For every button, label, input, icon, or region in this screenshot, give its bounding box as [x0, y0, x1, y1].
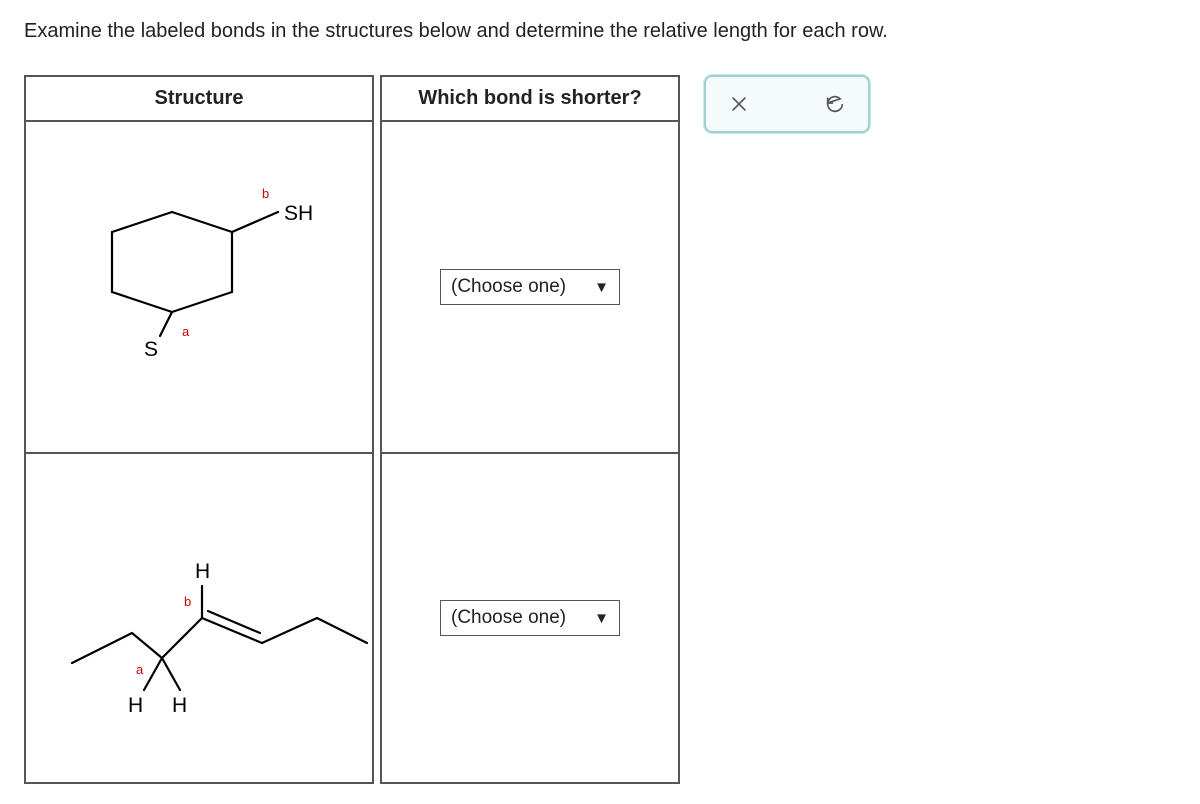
chevron-down-icon: ▼ — [594, 610, 609, 627]
structure-cell-row2: H b H H a — [26, 452, 372, 782]
close-button[interactable] — [726, 91, 752, 117]
select-row1[interactable]: (Choose one) ▼ — [440, 269, 620, 305]
bond-label-b-2: b — [184, 594, 191, 609]
reset-button[interactable] — [822, 91, 848, 117]
close-icon — [728, 93, 750, 115]
atom-h-b2: H — [172, 694, 187, 717]
bond-label-a-2: a — [136, 662, 144, 677]
answer-column: Which bond is shorter? (Choose one) ▼ (C… — [380, 75, 680, 784]
bond-label-b-1f: b — [262, 186, 269, 201]
structure-header: Structure — [26, 77, 372, 122]
atom-s-f: S — [144, 338, 158, 361]
question-prompt: Examine the labeled bonds in the structu… — [24, 20, 1176, 43]
structure-cell-row1: SH b S — [26, 122, 372, 452]
molecule-2: H b H H a — [32, 468, 372, 768]
select-row2-placeholder: (Choose one) — [451, 607, 566, 629]
action-toolbar — [704, 75, 870, 133]
atom-h-b1: H — [128, 694, 143, 717]
bond-label-a-1: a — [182, 324, 190, 339]
main-layout: Structure SH b S — [24, 75, 1176, 784]
answer-cell-row1: (Choose one) ▼ — [382, 122, 678, 452]
atom-sh-f: SH — [284, 202, 313, 225]
atom-h-top: H — [195, 560, 210, 583]
structure-column: Structure SH b S — [24, 75, 374, 784]
molecule-1-final: SH b S a — [32, 122, 362, 422]
chevron-down-icon: ▼ — [594, 279, 609, 296]
answer-cell-row2: (Choose one) ▼ — [382, 452, 678, 782]
answer-header: Which bond is shorter? — [382, 77, 678, 122]
tables-wrap: Structure SH b S — [24, 75, 680, 784]
reset-icon — [824, 93, 846, 115]
select-row1-placeholder: (Choose one) — [451, 276, 566, 298]
select-row2[interactable]: (Choose one) ▼ — [440, 600, 620, 636]
